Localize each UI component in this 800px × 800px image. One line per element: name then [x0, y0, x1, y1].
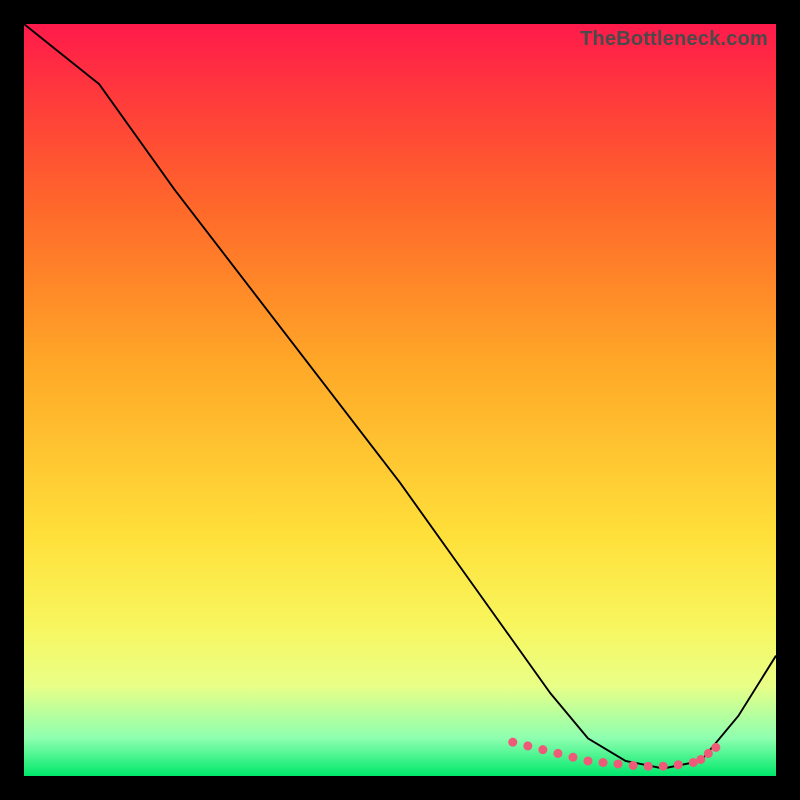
marker-dot	[538, 745, 547, 754]
marker-dot	[696, 755, 705, 764]
marker-dot	[508, 738, 517, 747]
marker-dot	[553, 749, 562, 758]
chart-plot-area: TheBottleneck.com	[24, 24, 776, 776]
marker-dot	[614, 759, 623, 768]
marker-dot	[704, 749, 713, 758]
marker-dot	[711, 743, 720, 752]
marker-dot	[599, 758, 608, 767]
marker-dot	[568, 753, 577, 762]
bottleneck-curve	[24, 24, 776, 768]
marker-dot	[674, 760, 683, 769]
marker-dot	[629, 761, 638, 770]
marker-dot	[644, 762, 653, 771]
marker-dot	[523, 741, 532, 750]
marker-dot	[659, 762, 668, 771]
marker-dot	[583, 756, 592, 765]
chart-frame: TheBottleneck.com	[0, 0, 800, 800]
curve-layer	[24, 24, 776, 776]
